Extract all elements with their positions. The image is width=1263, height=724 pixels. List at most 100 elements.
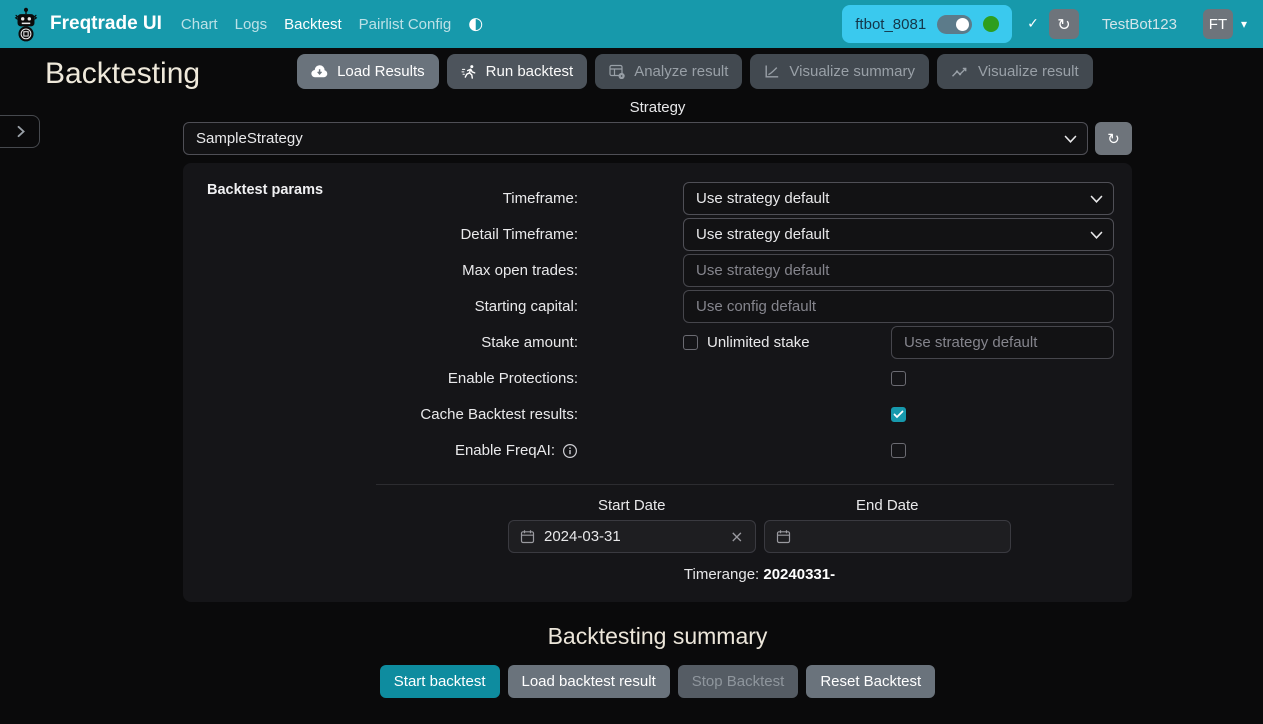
enable-protections-checkbox[interactable] [891, 371, 906, 386]
end-date-input[interactable] [764, 520, 1012, 553]
visualize-summary-label: Visualize summary [789, 63, 915, 80]
backtest-mode-toolbar: Load Results Run backtest [297, 54, 1093, 89]
unlimited-stake-wrap: Unlimited stake [683, 334, 891, 351]
timerange-label: Timerange: [684, 566, 763, 583]
enable-freqai-cell [683, 443, 1114, 458]
enable-freqai-label: Enable FreqAI: [207, 442, 578, 459]
visualize-summary-button[interactable]: Visualize summary [750, 54, 929, 89]
analyze-result-label: Analyze result [634, 63, 728, 80]
chart-line-icon [764, 64, 780, 79]
max-open-trades-label: Max open trades: [207, 262, 578, 279]
detail-timeframe-selected-value: Use strategy default [696, 226, 829, 243]
page-header: Backtesting Load Results Run [0, 48, 1263, 90]
calendar-icon [776, 529, 791, 544]
enable-freqai-label-text: Enable FreqAI: [455, 442, 555, 459]
nav-link-backtest[interactable]: Backtest [284, 16, 342, 33]
navbar: Freqtrade UI Chart Logs Backtest Pairlis… [0, 0, 1263, 48]
load-results-label: Load Results [337, 63, 425, 80]
start-date-input[interactable]: 2024-03-31 × [508, 520, 756, 553]
freqtrade-robot-logo-icon [10, 6, 42, 42]
start-backtest-button[interactable]: Start backtest [380, 665, 500, 698]
cache-results-checkbox[interactable] [891, 407, 906, 422]
summary-buttons: Start backtest Load backtest result Stop… [183, 665, 1132, 698]
unlimited-stake-checkbox[interactable] [683, 335, 698, 350]
logged-in-username: TestBot123 [1102, 16, 1177, 33]
user-avatar[interactable]: FT [1203, 9, 1233, 39]
enable-freqai-checkbox[interactable] [891, 443, 906, 458]
chart-scatter-icon [951, 65, 969, 79]
detail-timeframe-label: Detail Timeframe: [207, 226, 578, 243]
bot-online-status-dot [983, 16, 999, 32]
stake-amount-label: Stake amount: [207, 334, 578, 351]
max-open-trades-row: Max open trades: [207, 254, 1114, 287]
table-analyze-icon [609, 64, 625, 79]
runner-icon [461, 64, 477, 80]
strategy-label: Strategy [183, 99, 1132, 116]
chevron-down-icon [1090, 231, 1103, 240]
chevron-down-icon [1064, 135, 1077, 144]
nav-link-chart[interactable]: Chart [181, 16, 218, 33]
enable-protections-cell [683, 371, 1114, 386]
strategy-row: SampleStrategy ↻ [183, 122, 1132, 155]
strategy-select[interactable]: SampleStrategy [183, 122, 1088, 155]
strategy-selected-value: SampleStrategy [196, 130, 303, 147]
calendar-icon [520, 529, 535, 544]
detail-timeframe-select[interactable]: Use strategy default [683, 218, 1114, 251]
cache-results-row: Cache Backtest results: [207, 398, 1114, 431]
page-title: Backtesting [45, 57, 200, 90]
main-nav: Chart Logs Backtest Pairlist Config [181, 16, 451, 33]
visualize-result-button[interactable]: Visualize result [937, 54, 1093, 89]
timeframe-row: Timeframe: Use strategy default [207, 182, 1114, 215]
detail-timeframe-row: Detail Timeframe: Use strategy default [207, 218, 1114, 251]
max-open-trades-input[interactable] [683, 254, 1114, 287]
load-backtest-result-button[interactable]: Load backtest result [508, 665, 670, 698]
theme-toggle-icon[interactable]: ◐ [468, 16, 483, 33]
cache-results-cell [683, 407, 1114, 422]
timerange-value: 20240331- [763, 566, 835, 583]
start-date-label: Start Date [508, 497, 756, 514]
nav-link-pairlist-config[interactable]: Pairlist Config [359, 16, 452, 33]
starting-capital-input[interactable] [683, 290, 1114, 323]
enable-freqai-row: Enable FreqAI: [207, 434, 1114, 467]
visualize-result-label: Visualize result [978, 63, 1079, 80]
load-results-button[interactable]: Load Results [297, 54, 439, 89]
connection-check-icon: ✓ [1027, 16, 1039, 32]
params-divider [376, 484, 1114, 485]
run-backtest-button[interactable]: Run backtest [447, 54, 588, 89]
expand-left-panel-button[interactable] [0, 115, 40, 148]
unlimited-stake-label: Unlimited stake [707, 334, 810, 351]
refresh-strategy-list-button[interactable]: ↻ [1095, 122, 1132, 155]
params-panel-title: Backtest params [207, 182, 323, 198]
user-menu-caret-icon[interactable]: ▾ [1241, 17, 1247, 31]
end-date-label: End Date [764, 497, 1012, 514]
chevron-down-icon [1090, 195, 1103, 204]
bot-enable-toggle[interactable] [937, 15, 972, 34]
stake-amount-row: Stake amount: Unlimited stake [207, 326, 1114, 359]
reload-bot-button[interactable]: ↻ [1049, 9, 1079, 39]
backtest-params-panel: Backtest params Timeframe: Use strategy … [183, 163, 1132, 602]
start-date-value: 2024-03-31 [544, 528, 621, 545]
enable-protections-label: Enable Protections: [207, 370, 578, 387]
bot-name: ftbot_8081 [855, 16, 926, 33]
clear-start-date-icon[interactable]: × [730, 529, 743, 545]
timeframe-select[interactable]: Use strategy default [683, 182, 1114, 215]
date-labels-row: Start Date End Date [508, 497, 1011, 514]
backtest-content: Strategy SampleStrategy ↻ Backtest param… [183, 99, 1132, 698]
analyze-result-button[interactable]: Analyze result [595, 54, 742, 89]
reset-backtest-button[interactable]: Reset Backtest [806, 665, 935, 698]
toggle-knob [956, 18, 969, 31]
timeframe-selected-value: Use strategy default [696, 190, 829, 207]
run-backtest-label: Run backtest [486, 63, 574, 80]
nav-link-logs[interactable]: Logs [235, 16, 268, 33]
date-fields-row: 2024-03-31 × [508, 520, 1011, 553]
bot-selector-pill[interactable]: ftbot_8081 [842, 5, 1012, 43]
summary-title: Backtesting summary [183, 623, 1132, 650]
starting-capital-label: Starting capital: [207, 298, 578, 315]
timerange-text: Timerange: 20240331- [508, 566, 1011, 583]
navbar-right: ftbot_8081 ✓ ↻ TestBot123 FT ▾ [842, 5, 1247, 43]
app-brand-title: Freqtrade UI [50, 13, 162, 35]
info-icon[interactable] [562, 443, 578, 459]
stake-amount-input[interactable] [891, 326, 1114, 359]
cloud-download-icon [311, 65, 328, 79]
stop-backtest-button[interactable]: Stop Backtest [678, 665, 799, 698]
